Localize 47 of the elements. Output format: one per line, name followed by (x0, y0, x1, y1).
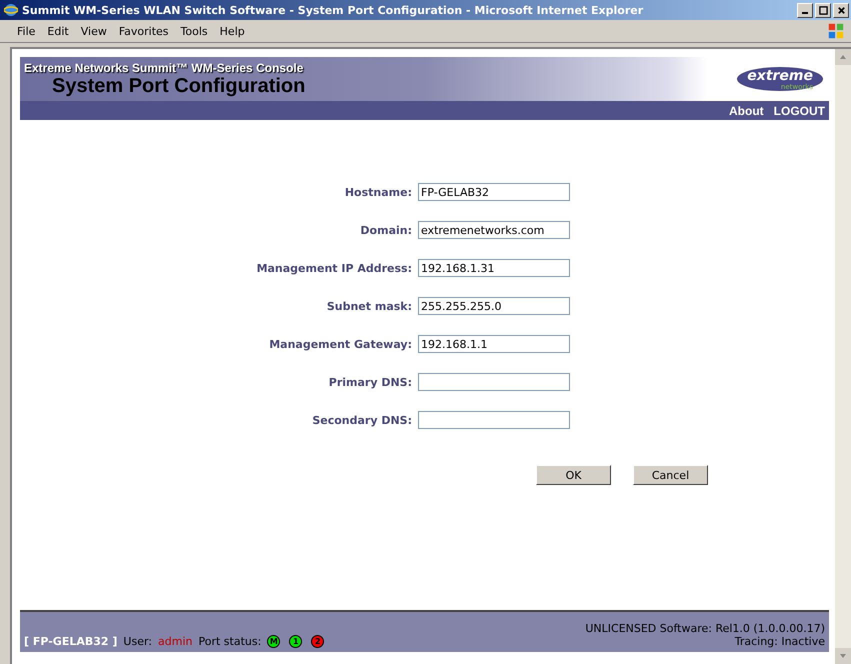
console-name: Extreme Networks Summit™ WM-Series Console (24, 61, 304, 75)
license-text: UNLICENSED Software: Rel1.0 (1.0.0.00.17) (585, 622, 825, 635)
field-label: Management IP Address: (256, 262, 413, 274)
minimize-icon (802, 12, 808, 14)
field-label: Primary DNS: (328, 376, 413, 388)
windows-flag-icon (827, 22, 845, 40)
ok-button[interactable]: OK (536, 465, 611, 485)
page-title: System Port Configuration (51, 75, 306, 97)
close-button[interactable] (833, 2, 849, 18)
field-label: Domain: (359, 224, 413, 236)
port-status-label: Port status: (198, 635, 262, 648)
scrollbar[interactable] (835, 49, 851, 664)
nav-link[interactable]: LOGOUT (774, 104, 825, 118)
scroll-up-icon[interactable] (839, 53, 847, 61)
input-field[interactable]: 192.168.1.1 (418, 335, 570, 353)
window-title: Summit WM-Series WLAN Switch Software - System Port Configuration - Microsoft Internet Explorer (22, 4, 644, 16)
input-field[interactable]: 255.255.255.0 (418, 297, 570, 315)
menu-item[interactable]: View (76, 22, 112, 40)
nav-link[interactable]: About (729, 104, 764, 118)
menu-item[interactable]: Tools (176, 22, 213, 40)
browser-icon (4, 3, 18, 17)
input-field[interactable]: extremenetworks.com (418, 221, 570, 239)
user-name: admin (158, 635, 192, 648)
menu-item[interactable]: Help (214, 22, 250, 40)
maximize-icon (818, 6, 828, 14)
menu-item[interactable]: Edit (42, 22, 74, 40)
user-label: User: (123, 635, 152, 648)
scroll-down-icon[interactable] (839, 652, 847, 660)
cancel-button[interactable]: Cancel (633, 465, 708, 485)
port-status-dot: 1 (289, 635, 302, 648)
close-icon (836, 6, 846, 14)
tracing-status: Tracing: Inactive (734, 635, 825, 648)
port-status-dot: 2 (311, 635, 324, 648)
minimize-button[interactable] (797, 2, 813, 18)
port-status-dot: M (267, 635, 280, 648)
input-field[interactable]: FP-GELAB32 (418, 183, 570, 201)
field-label: Management Gateway: (268, 338, 413, 350)
input-field[interactable] (418, 373, 570, 391)
input-field[interactable] (418, 411, 570, 429)
input-field[interactable]: 192.168.1.31 (418, 259, 570, 277)
menu-item[interactable]: Favorites (114, 22, 174, 40)
field-label: Secondary DNS: (311, 414, 413, 426)
hostname-text: [ FP-GELAB32 ] (24, 635, 118, 648)
field-label: Subnet mask: (326, 300, 413, 312)
field-label: Hostname: (344, 186, 413, 198)
maximize-button[interactable] (815, 2, 831, 18)
menu-item[interactable]: File (12, 22, 40, 40)
